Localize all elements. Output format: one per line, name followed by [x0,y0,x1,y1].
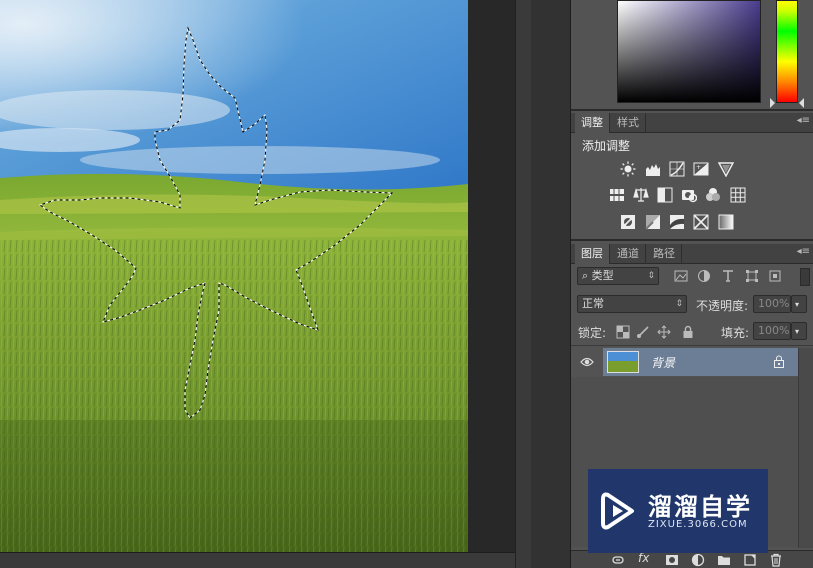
play-logo-icon [601,492,634,530]
adjustment-layer-icon[interactable] [691,553,705,567]
tab-layers[interactable]: 图层 [575,244,610,264]
hue-slider[interactable] [776,0,798,103]
color-panel [571,0,813,111]
fill-dropdown[interactable]: ▾ [791,322,807,340]
levels-icon[interactable] [645,161,661,177]
layer-filter-kind[interactable]: ⌕ 类型 ⇕ [577,267,659,285]
hue-slider-right-icon[interactable] [799,98,804,108]
layers-scrollbar[interactable] [798,348,813,548]
chevron-down-icon: ▾ [795,327,800,336]
fill-input[interactable]: 100% [753,322,791,340]
watermark-brand: 溜溜自学 [648,493,752,521]
lock-label: 锁定: [578,326,607,340]
fill-label: 填充: [721,326,750,340]
gradient-map-icon[interactable] [718,214,734,230]
adjustments-panel: 调整 样式 ◂≡ 添加调整 + [571,113,813,241]
adjustments-tabbar: 调整 样式 ◂≡ [571,113,813,133]
divider [571,345,813,346]
group-folder-icon[interactable] [717,553,731,567]
adjustments-title: 添加调整 [582,139,631,153]
eye-icon[interactable] [580,356,594,368]
svg-text:+: + [696,164,701,171]
layer-visibility-cell[interactable] [571,348,603,376]
color-field[interactable] [617,0,761,103]
vibrance-icon[interactable] [718,161,734,177]
vertical-scrollbar[interactable] [515,0,531,568]
curves-icon[interactable] [669,161,685,177]
lock-transparent-icon[interactable] [616,325,630,339]
tab-paths[interactable]: 路径 [647,244,682,264]
threshold-icon[interactable] [669,214,685,230]
lock-pixels-icon[interactable] [636,325,650,339]
filter-pixel-icon[interactable] [674,269,688,283]
chevron-updown-icon: ⇕ [647,271,655,281]
panel-dock-gutter [531,0,571,568]
selective-color-icon[interactable] [693,214,709,230]
link-layers-icon[interactable] [611,553,625,567]
filter-smart-object-icon[interactable] [768,269,782,283]
filter-toggle[interactable] [800,268,810,286]
color-lookup-icon[interactable] [730,187,746,203]
exposure-icon[interactable]: + [693,161,709,177]
blend-mode-select[interactable]: 正常 ⇕ [577,295,687,313]
black-white-icon[interactable] [657,187,673,203]
search-icon: ⌕ [582,269,592,282]
tab-channels[interactable]: 通道 [611,244,646,264]
opacity-label: 不透明度: [696,299,749,313]
posterize-icon[interactable] [645,214,661,230]
lock-position-icon[interactable] [657,325,671,339]
lock-icon [774,355,784,368]
blend-mode-value: 正常 [582,297,604,310]
channel-mixer-icon[interactable] [705,187,721,203]
watermark-logo: 溜溜自学 ZIXUE.3066.COM [588,469,768,553]
document-canvas[interactable] [0,0,468,552]
filter-kind-label: 类型 [591,269,614,282]
panel-menu-icon[interactable]: ◂≡ [797,115,810,126]
tab-styles[interactable]: 样式 [611,113,646,133]
hue-saturation-icon[interactable] [609,187,625,203]
invert-icon[interactable] [620,214,636,230]
watermark-url: ZIXUE.3066.COM [648,519,748,530]
trash-icon[interactable] [769,553,783,567]
horizontal-scrollbar[interactable] [0,552,515,568]
photo-filter-icon[interactable] [681,187,697,203]
color-balance-icon[interactable] [633,187,649,203]
lock-all-icon[interactable] [681,325,695,339]
layer-row-background[interactable]: 背景 [603,348,798,376]
layer-name: 背景 [651,356,676,370]
panel-menu-icon[interactable]: ◂≡ [797,246,810,257]
tab-adjustments[interactable]: 调整 [575,113,610,133]
chevron-updown-icon: ⇕ [675,299,683,309]
opacity-dropdown[interactable]: ▾ [791,295,807,313]
mask-icon[interactable] [665,553,679,567]
canvas-image [0,0,468,552]
fx-icon[interactable]: fx [638,551,649,565]
pasteboard [468,0,515,552]
opacity-input[interactable]: 100% [753,295,791,313]
filter-adjustment-icon[interactable] [697,269,711,283]
new-layer-icon[interactable] [743,553,757,567]
filter-shape-icon[interactable] [745,269,759,283]
filter-type-icon[interactable] [721,269,735,283]
hue-slider-left-icon[interactable] [770,98,775,108]
layers-tabbar: 图层 通道 路径 ◂≡ [571,244,813,264]
brightness-icon[interactable] [620,161,636,177]
layer-thumbnail [607,351,639,373]
chevron-down-icon: ▾ [795,300,800,309]
